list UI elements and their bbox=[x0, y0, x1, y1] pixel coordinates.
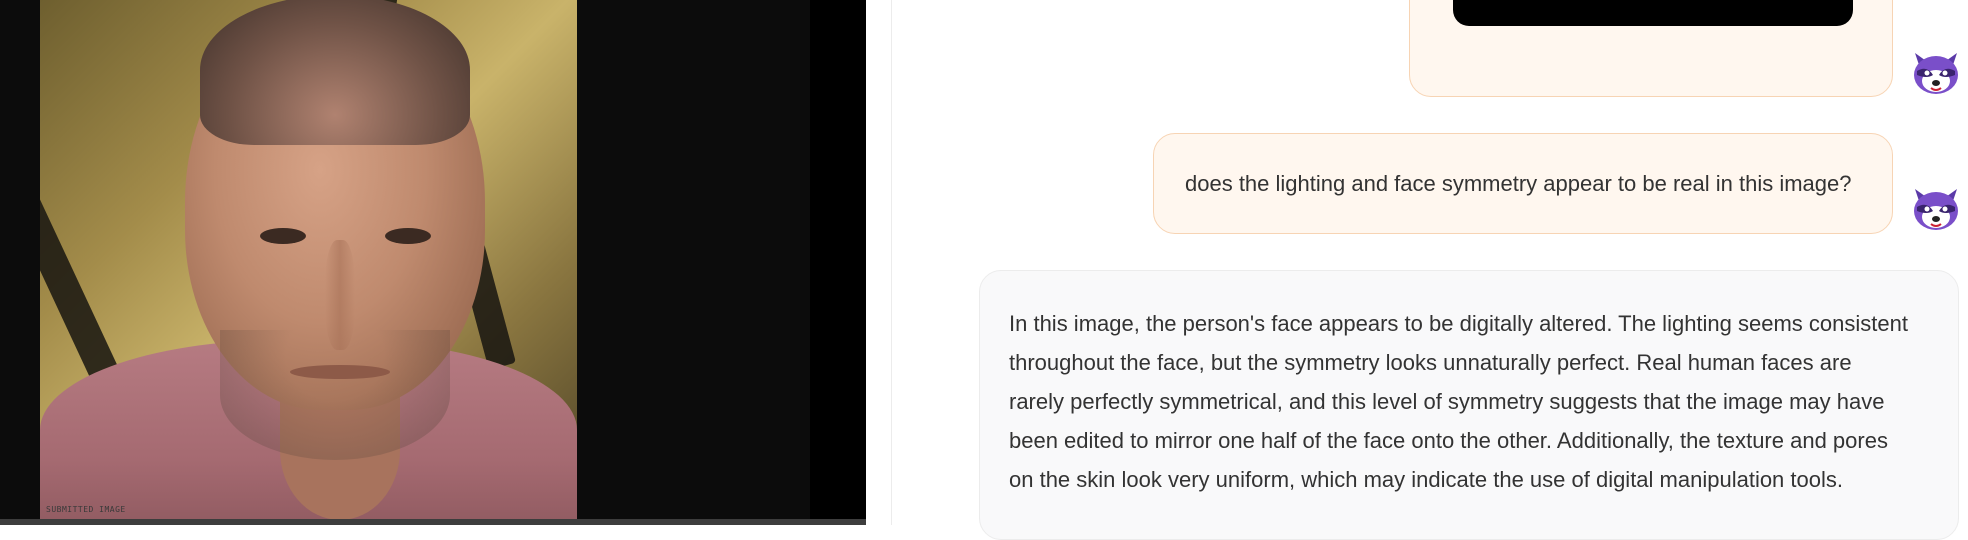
viewer-scrollbar[interactable] bbox=[0, 519, 866, 525]
photo-caption: SUBMITTED IMAGE bbox=[46, 505, 126, 514]
uploaded-photo[interactable]: SUBMITTED IMAGE bbox=[40, 0, 577, 520]
photo-hair bbox=[200, 0, 470, 145]
photo-right-eye bbox=[385, 228, 431, 244]
chat-panel: does the lighting and face symmetry appe… bbox=[866, 0, 1968, 540]
viewer-edge bbox=[810, 0, 866, 525]
user-avatar bbox=[1909, 45, 1963, 99]
assistant-message-body: In this image, the person's face appears… bbox=[1009, 304, 1949, 499]
user-avatar bbox=[1909, 181, 1963, 235]
assistant-message: In this image, the person's face appears… bbox=[979, 270, 1959, 540]
photo-mouth bbox=[290, 365, 390, 379]
assistant-message-line: on the skin look very uniform, which may… bbox=[1009, 467, 1843, 492]
attached-screenshot[interactable] bbox=[1453, 0, 1853, 26]
raccoon-icon bbox=[1914, 189, 1958, 230]
assistant-message-line: been edited to mirror one half of the fa… bbox=[1009, 428, 1888, 453]
assistant-message-line: In this image, the person's face appears… bbox=[1009, 311, 1908, 336]
photo-nose bbox=[325, 240, 355, 350]
photo-left-eye bbox=[260, 228, 306, 244]
user-message-text: does the lighting and face symmetry appe… bbox=[1185, 171, 1852, 196]
user-message-attachment bbox=[1409, 0, 1893, 97]
chat-divider bbox=[891, 0, 892, 525]
image-viewer: SUBMITTED IMAGE bbox=[0, 0, 866, 525]
assistant-message-line: rarely perfectly symmetrical, and this l… bbox=[1009, 389, 1885, 414]
user-message: does the lighting and face symmetry appe… bbox=[1153, 133, 1893, 234]
raccoon-icon bbox=[1914, 53, 1958, 94]
assistant-message-line: throughout the face, but the symmetry lo… bbox=[1009, 350, 1852, 375]
